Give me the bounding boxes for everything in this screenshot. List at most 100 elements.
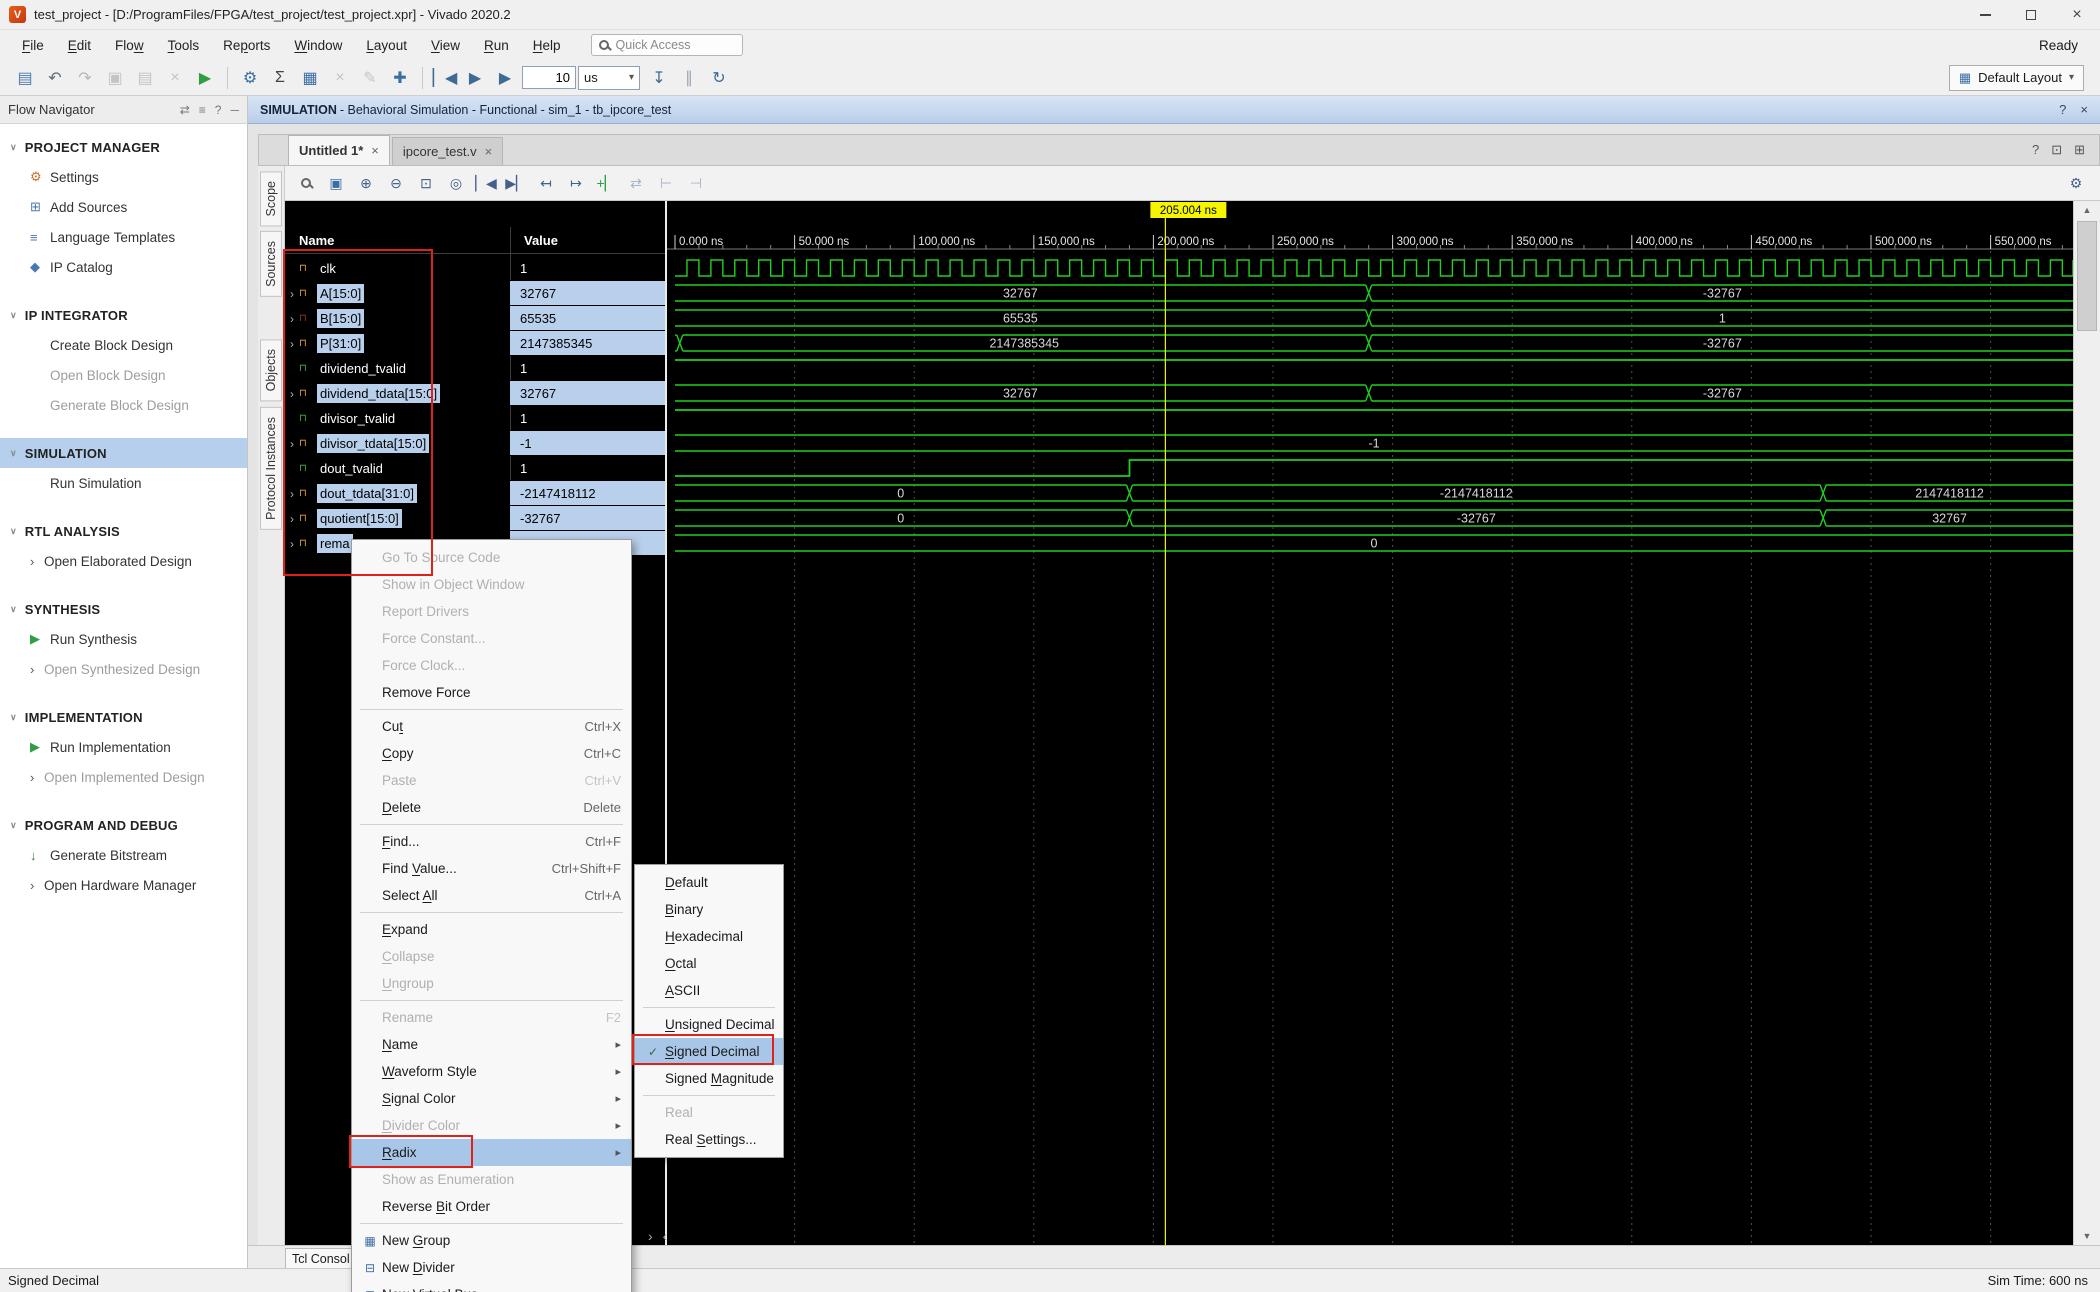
fn-header-program-and-debug[interactable]: ∨PROGRAM AND DEBUG xyxy=(0,810,247,840)
side-tab-sources[interactable]: Sources xyxy=(260,231,282,297)
fn-item-create-block-design[interactable]: Create Block Design xyxy=(0,330,247,360)
menu-item-report-drivers[interactable]: Report Drivers xyxy=(352,598,631,625)
menu-reports[interactable]: Reports xyxy=(211,35,282,56)
scroll-left-icon[interactable]: ‹ xyxy=(663,1228,668,1244)
menu-item-collapse[interactable]: Collapse xyxy=(352,943,631,970)
menu-file[interactable]: File xyxy=(10,35,56,56)
wave-settings-gear-icon[interactable]: ⚙ xyxy=(2062,169,2090,197)
fn-header-rtl-analysis[interactable]: ∨RTL ANALYSIS xyxy=(0,516,247,546)
menu-item-paste[interactable]: PasteCtrl+V xyxy=(352,767,631,794)
breakpoint-icon[interactable]: × xyxy=(326,64,354,92)
help-icon[interactable]: ? xyxy=(2059,102,2066,117)
menu-item-delete[interactable]: DeleteDelete xyxy=(352,794,631,821)
menu-view[interactable]: View xyxy=(419,35,472,56)
tab-ipcore-test-v[interactable]: ipcore_test.v× xyxy=(392,137,503,165)
waveform-panel[interactable]: 0.000 ns50.000 ns100.000 ns150.000 ns200… xyxy=(665,201,2073,1245)
signal-value-cell[interactable]: 1 xyxy=(510,406,665,431)
menu-item-waveform-style[interactable]: Waveform Style▸ xyxy=(352,1058,631,1085)
signal-value-cell[interactable]: 1 xyxy=(510,356,665,381)
fn-header-ip-integrator[interactable]: ∨IP INTEGRATOR xyxy=(0,300,247,330)
pause-button[interactable]: ∥ xyxy=(675,64,703,92)
menu-item-copy[interactable]: CopyCtrl+C xyxy=(352,740,631,767)
sim-run-time-input[interactable] xyxy=(522,66,576,89)
menu-item-reverse-bit-order[interactable]: Reverse Bit Order xyxy=(352,1193,631,1220)
scroll-right-icon[interactable]: › xyxy=(648,1228,653,1244)
help-icon[interactable]: ? xyxy=(2032,142,2039,158)
signal-value-cell[interactable]: 2147385345 xyxy=(510,331,665,356)
minimize-icon[interactable]: ─ xyxy=(230,103,239,117)
add-marker-icon[interactable]: +▏ xyxy=(592,169,620,197)
float-window-icon[interactable]: ⊡ xyxy=(2051,142,2062,158)
menu-window[interactable]: Window xyxy=(282,35,354,56)
fn-item-generate-block-design[interactable]: Generate Block Design xyxy=(0,390,247,420)
previous-transition-icon[interactable]: ↤ xyxy=(532,169,560,197)
swap-cursors-icon[interactable]: ⇄ xyxy=(622,169,650,197)
relaunch-sim-button[interactable]: ↻ xyxy=(705,64,733,92)
methodology-icon[interactable]: ▦ xyxy=(296,64,324,92)
menu-tools[interactable]: Tools xyxy=(156,35,212,56)
probe-icon[interactable]: ✚ xyxy=(386,64,414,92)
menu-item-name[interactable]: Name▸ xyxy=(352,1031,631,1058)
copy-icon[interactable]: ▣ xyxy=(101,64,129,92)
menu-layout[interactable]: Layout xyxy=(354,35,419,56)
scrollbar-thumb[interactable] xyxy=(2077,221,2097,331)
fn-item-open-elaborated-design[interactable]: ›Open Elaborated Design xyxy=(0,546,247,576)
menu-item-default[interactable]: Default xyxy=(635,869,783,896)
menu-item-cut[interactable]: CutCtrl+X xyxy=(352,713,631,740)
redo-icon[interactable]: ↷ xyxy=(71,64,99,92)
menu-item-new-virtual-bus[interactable]: ⊞New Virtual Bus xyxy=(352,1281,631,1292)
dock-icon[interactable]: ⇄ xyxy=(180,103,190,117)
menu-item-new-divider[interactable]: ⊟New Divider xyxy=(352,1254,631,1281)
fn-item-language-templates[interactable]: ≡Language Templates xyxy=(0,222,247,252)
fn-item-open-hardware-manager[interactable]: ›Open Hardware Manager xyxy=(0,870,247,900)
edit-icon[interactable]: ✎ xyxy=(356,64,384,92)
run-flow-button[interactable]: ▶ xyxy=(191,64,219,92)
menu-item-signed-magnitude[interactable]: Signed Magnitude xyxy=(635,1065,783,1092)
search-icon[interactable] xyxy=(292,169,320,197)
menu-item-remove-force[interactable]: Remove Force xyxy=(352,679,631,706)
menu-item-real-settings[interactable]: Real Settings... xyxy=(635,1126,783,1153)
menu-item-select-all[interactable]: Select AllCtrl+A xyxy=(352,882,631,909)
menu-item-expand[interactable]: Expand xyxy=(352,916,631,943)
close-tab-icon[interactable]: × xyxy=(371,143,379,158)
fn-item-ip-catalog[interactable]: ◆IP Catalog xyxy=(0,252,247,282)
undo-icon[interactable]: ↶ xyxy=(41,64,69,92)
menu-item-real[interactable]: Real xyxy=(635,1099,783,1126)
zoom-to-cursor-icon[interactable]: ◎ xyxy=(442,169,470,197)
fn-item-open-synthesized-design[interactable]: ›Open Synthesized Design xyxy=(0,654,247,684)
menu-run[interactable]: Run xyxy=(472,35,521,56)
menu-flow[interactable]: Flow xyxy=(103,35,156,56)
menu-item-show-as-enumeration[interactable]: Show as Enumeration xyxy=(352,1166,631,1193)
scroll-down-icon[interactable]: ▼ xyxy=(2074,1227,2100,1245)
close-icon[interactable]: × xyxy=(2080,102,2088,117)
zoom-fit-icon[interactable]: ⊡ xyxy=(412,169,440,197)
signal-value-cell[interactable]: 1 xyxy=(510,256,665,281)
menu-item-new-group[interactable]: ▦New Group xyxy=(352,1227,631,1254)
report-sigma-icon[interactable]: Σ xyxy=(266,64,294,92)
snap-right-icon[interactable]: ⊣ xyxy=(682,169,710,197)
tab-untitled-1[interactable]: Untitled 1*× xyxy=(288,135,390,165)
value-column-header[interactable]: Value xyxy=(510,233,558,248)
menu-item-rename[interactable]: RenameF2 xyxy=(352,1004,631,1031)
menu-item-signal-color[interactable]: Signal Color▸ xyxy=(352,1085,631,1112)
menu-item-find[interactable]: Find...Ctrl+F xyxy=(352,828,631,855)
name-column-header[interactable]: Name xyxy=(285,233,510,248)
signal-value-cell[interactable]: -32767 xyxy=(510,506,665,531)
next-transition-icon[interactable]: ↦ xyxy=(562,169,590,197)
fn-header-synthesis[interactable]: ∨SYNTHESIS xyxy=(0,594,247,624)
signal-value-cell[interactable]: 65535 xyxy=(510,306,665,331)
go-to-start-icon[interactable]: ▏◀ xyxy=(472,169,500,197)
fn-header-implementation[interactable]: ∨IMPLEMENTATION xyxy=(0,702,247,732)
side-tab-protocol-instances[interactable]: Protocol Instances xyxy=(260,407,282,530)
fn-item-open-implemented-design[interactable]: ›Open Implemented Design xyxy=(0,762,247,792)
close-window-button[interactable]: × xyxy=(2054,0,2100,30)
close-tab-icon[interactable]: × xyxy=(485,144,493,159)
menu-item-ungroup[interactable]: Ungroup xyxy=(352,970,631,997)
go-to-end-icon[interactable]: ▶▏ xyxy=(502,169,530,197)
maximize-panel-icon[interactable]: ⊞ xyxy=(2074,142,2085,158)
collapse-all-icon[interactable]: ≡ xyxy=(199,103,206,117)
settings-gear-icon[interactable]: ⚙ xyxy=(236,64,264,92)
run-for-time-button[interactable]: ▶ xyxy=(491,64,519,92)
menu-item-ascii[interactable]: ASCII xyxy=(635,977,783,1004)
signal-value-cell[interactable]: 32767 xyxy=(510,381,665,406)
